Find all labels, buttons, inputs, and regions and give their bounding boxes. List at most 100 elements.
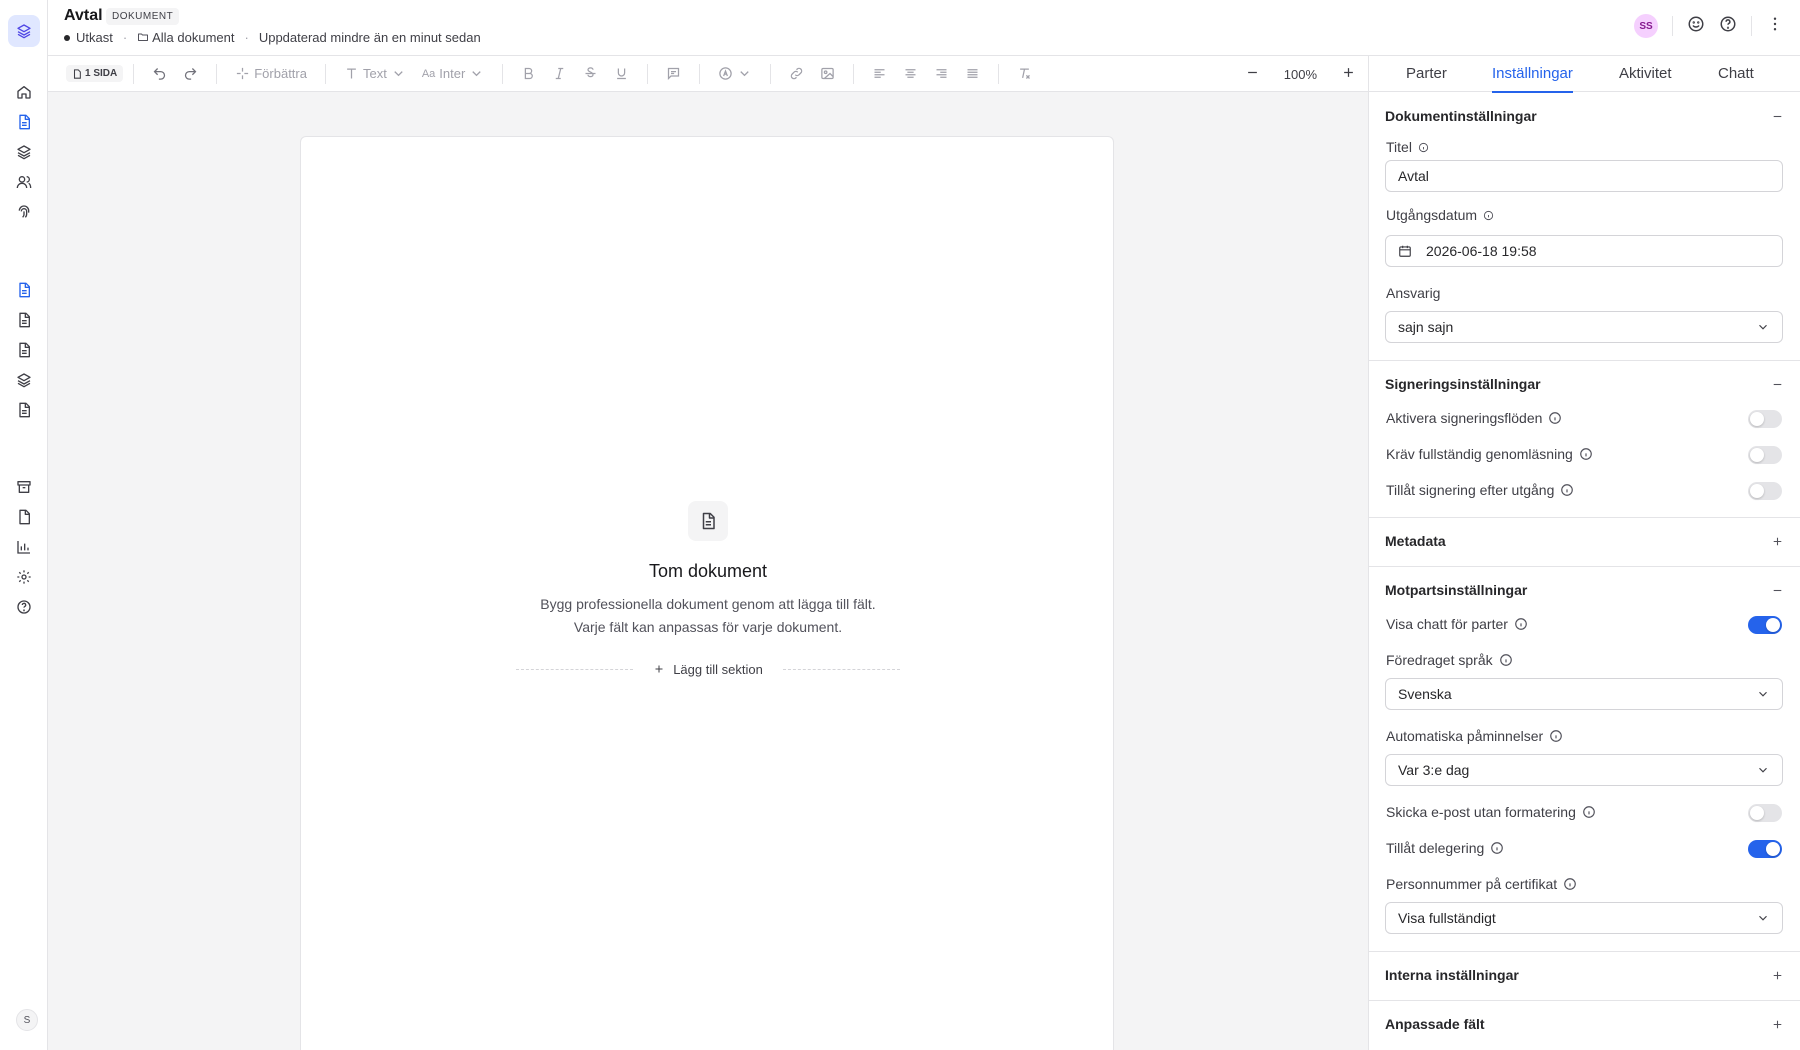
allow-after-expiry-toggle[interactable]	[1748, 482, 1782, 500]
layers-icon[interactable]	[12, 368, 36, 392]
fingerprint-icon[interactable]	[12, 200, 36, 224]
divider	[1672, 16, 1673, 36]
underline-icon	[617, 68, 627, 80]
owner-value: sajn sajn	[1398, 319, 1454, 335]
zoom-in-icon[interactable]	[1341, 65, 1356, 83]
bar-chart-icon[interactable]	[12, 535, 36, 559]
link-icon	[791, 67, 803, 80]
redo-button[interactable]	[175, 66, 206, 81]
owner-label: Ansvarig	[1386, 285, 1440, 301]
divider	[853, 63, 855, 84]
file-icon[interactable]	[12, 505, 36, 529]
users-icon[interactable]	[12, 170, 36, 194]
image-button[interactable]	[812, 66, 843, 81]
ssn-select[interactable]: Visa fullständigt	[1385, 902, 1783, 934]
align-center-button[interactable]	[895, 66, 926, 81]
link-button[interactable]	[781, 66, 812, 81]
align-justify-button[interactable]	[957, 66, 988, 81]
tab-parter[interactable]: Parter	[1406, 65, 1447, 82]
font-dropdown[interactable]: Aa Inter	[414, 66, 492, 81]
strikethrough-button[interactable]	[575, 66, 606, 81]
home-icon[interactable]	[12, 80, 36, 104]
color-dropdown[interactable]	[710, 66, 760, 81]
settings-panel: Parter Inställningar Aktivitet Chatt Dok…	[1368, 56, 1800, 1050]
section-title: Dokumentinställningar	[1385, 108, 1537, 124]
enable-flows-toggle[interactable]	[1748, 410, 1782, 428]
document-settings-header[interactable]: Dokumentinställningar	[1385, 108, 1784, 124]
info-icon	[1549, 412, 1562, 424]
strikethrough-icon	[585, 67, 596, 78]
delegation-label: Tillåt delegering	[1386, 840, 1504, 856]
show-chat-toggle[interactable]	[1748, 616, 1782, 634]
italic-button[interactable]	[544, 66, 575, 81]
empty-state-title: Tom dokument	[648, 561, 768, 581]
document-icon[interactable]	[12, 278, 36, 302]
title-input[interactable]: Avtal	[1385, 160, 1783, 192]
improve-button[interactable]: Förbättra	[227, 66, 315, 81]
sparkle-icon	[237, 67, 249, 80]
align-right-button[interactable]	[926, 66, 957, 81]
language-select[interactable]: Svenska	[1385, 678, 1783, 710]
editor-canvas: Tom dokument Bygg professionella dokumen…	[48, 92, 1368, 1050]
reminders-select[interactable]: Var 3:e dag	[1385, 754, 1783, 786]
show-chat-label: Visa chatt för parter	[1386, 616, 1528, 632]
more-vertical-icon[interactable]	[1766, 15, 1784, 38]
expiry-date-input[interactable]: 2026-06-18 19:58	[1385, 235, 1783, 267]
add-section-row: Lägg till sektion	[516, 659, 900, 679]
custom-fields-header[interactable]: Anpassade fält	[1385, 1016, 1784, 1032]
folder-link[interactable]: Alla dokument	[137, 30, 234, 45]
align-left-button[interactable]	[864, 66, 895, 81]
document-icon[interactable]	[12, 308, 36, 332]
metadata-header[interactable]: Metadata	[1385, 533, 1784, 549]
help-icon[interactable]	[1719, 15, 1737, 38]
clear-format-button[interactable]	[1009, 66, 1040, 81]
document-icon[interactable]	[12, 338, 36, 362]
smiley-icon[interactable]	[1687, 15, 1705, 38]
empty-state-description: Bygg professionella dokument genom att l…	[540, 596, 876, 635]
status-label: Utkast	[76, 30, 113, 45]
delegation-toggle[interactable]	[1748, 840, 1782, 858]
document-icon[interactable]	[12, 398, 36, 422]
archive-icon[interactable]	[12, 475, 36, 499]
info-icon	[1483, 210, 1494, 220]
plain-email-toggle[interactable]	[1748, 804, 1782, 822]
collapse-icon	[1773, 383, 1782, 385]
tab-aktivitet[interactable]: Aktivitet	[1619, 65, 1672, 82]
divider	[1369, 951, 1800, 952]
improve-label: Förbättra	[254, 66, 307, 81]
add-section-button[interactable]: Lägg till sektion	[633, 662, 783, 677]
internal-settings-header[interactable]: Interna inställningar	[1385, 967, 1784, 983]
divider	[1369, 360, 1800, 361]
info-icon	[1561, 484, 1574, 496]
comment-button[interactable]	[658, 66, 689, 81]
tab-chatt[interactable]: Chatt	[1718, 65, 1754, 82]
zoom-out-icon[interactable]	[1245, 65, 1260, 83]
signing-settings-header[interactable]: Signeringsinställningar	[1385, 376, 1784, 392]
document-icon[interactable]	[12, 110, 36, 134]
layers-icon[interactable]	[12, 140, 36, 164]
underline-button[interactable]	[606, 66, 637, 81]
section-title: Signeringsinställningar	[1385, 376, 1541, 392]
align-justify-icon	[967, 69, 978, 78]
info-icon	[1564, 878, 1577, 890]
help-icon[interactable]	[12, 595, 36, 619]
language-value: Svenska	[1398, 686, 1452, 702]
counterparty-settings-header[interactable]: Motpartsinställningar	[1385, 582, 1784, 598]
bold-button[interactable]	[513, 66, 544, 81]
owner-select[interactable]: sajn sajn	[1385, 311, 1783, 343]
user-avatar[interactable]: SS	[1634, 14, 1658, 38]
tab-installningar[interactable]: Inställningar	[1492, 65, 1573, 93]
document-page[interactable]: Tom dokument Bygg professionella dokumen…	[300, 136, 1114, 1050]
undo-button[interactable]	[144, 66, 175, 81]
page-icon	[73, 68, 81, 79]
divider	[1751, 16, 1752, 36]
layers-logo-icon[interactable]	[8, 15, 40, 47]
label-text: Titel	[1386, 139, 1412, 155]
language-label: Föredraget språk	[1386, 652, 1513, 668]
text-style-dropdown[interactable]: Text	[336, 66, 414, 81]
label-text: Kräv fullständig genomläsning	[1386, 446, 1573, 462]
require-full-read-toggle[interactable]	[1748, 446, 1782, 464]
divider	[502, 63, 504, 84]
settings-icon[interactable]	[12, 565, 36, 589]
user-avatar[interactable]: S	[16, 1009, 38, 1031]
